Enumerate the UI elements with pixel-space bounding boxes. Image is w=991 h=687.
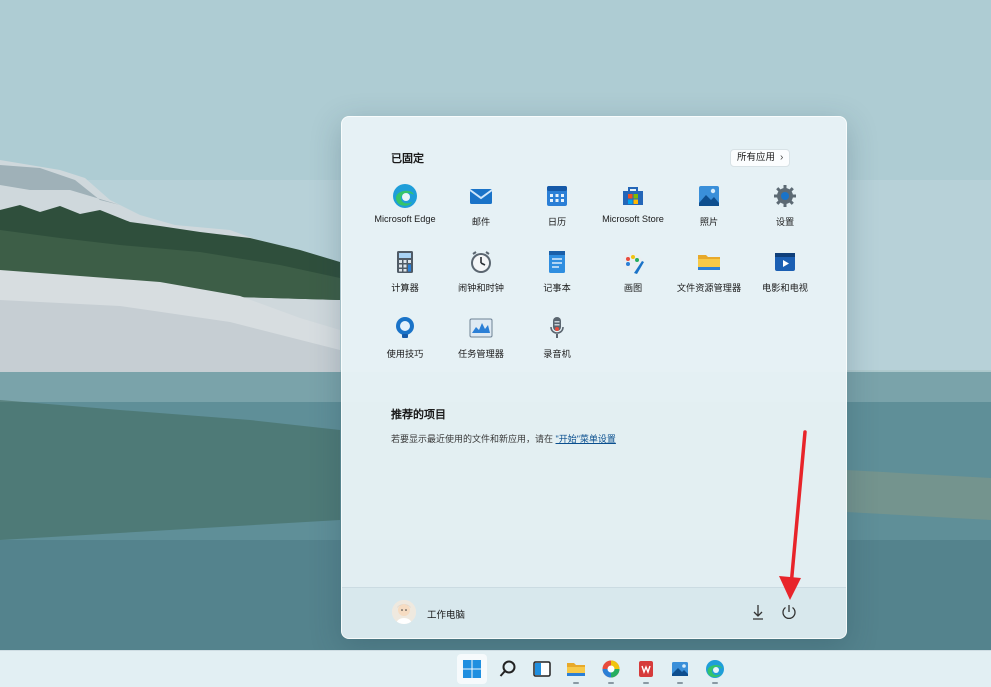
pinned-app-alarms-clock[interactable]: 闹钟和时钟 [443,249,519,307]
running-indicator [643,682,649,684]
all-apps-button[interactable]: 所有应用 › [730,149,791,167]
taskbar [0,650,991,687]
movies-icon [775,253,795,271]
all-apps-label: 所有应用 [737,152,776,163]
download-icon[interactable] [750,603,766,621]
calculator-icon [397,251,413,273]
app-label: 计算器 [391,283,419,293]
mail-icon [469,189,493,204]
pinned-app-photos[interactable]: 照片 [671,183,747,241]
pinned-app-microsoft-edge[interactable]: Microsoft Edge [367,183,443,241]
clock-icon [471,251,491,273]
recommended-text: 若要显示最近使用的文件和新应用，请在 [391,434,556,444]
app-label: Microsoft Edge [374,214,436,224]
store-icon [623,187,643,205]
recommended-message: 若要显示最近使用的文件和新应用，请在 "开始"菜单设置 [391,432,616,445]
taskbar-edge-button[interactable] [700,654,730,684]
app-label: 电影和电视 [762,283,808,293]
color-app-icon [602,660,620,678]
app-label: 记事本 [543,283,571,293]
pinned-app-mail[interactable]: 邮件 [443,183,519,241]
photos-icon [672,662,688,676]
app-label: 照片 [699,217,719,227]
pinned-app-movies-tv[interactable]: 电影和电视 [747,249,823,307]
file-explorer-icon [567,663,585,676]
taskbar-photos-button[interactable] [665,654,695,684]
taskbar-search-button[interactable] [493,654,523,684]
edge-icon [706,660,724,678]
running-indicator [712,682,718,684]
tips-icon [396,317,414,338]
user-avatar-icon [392,600,416,624]
photos-icon [699,186,719,206]
paint-icon [622,253,644,274]
gear-icon [774,185,796,207]
start-button[interactable] [457,654,487,684]
pinned-app-voice-recorder[interactable]: 录音机 [519,315,595,373]
pinned-heading: 已固定 [391,153,424,165]
taskbar-wps-button[interactable] [631,654,661,684]
folder-icon [698,255,720,270]
app-label: 任务管理器 [458,349,504,359]
task-view-icon [533,661,551,677]
wps-icon [639,661,653,677]
pinned-app-tips[interactable]: 使用技巧 [367,315,443,373]
app-label: 设置 [775,217,795,227]
running-indicator [608,682,614,684]
notepad-icon [549,251,565,273]
taskbar-file-explorer-button[interactable] [561,654,591,684]
user-name[interactable]: 工作电脑 [427,607,465,621]
pinned-app-file-explorer[interactable]: 文件资源管理器 [671,249,747,307]
chevron-right-icon: › [780,152,784,163]
taskbar-task-view-button[interactable] [527,654,557,684]
recorder-icon [550,317,564,338]
app-label: 邮件 [471,217,491,227]
pinned-app-calendar[interactable]: 日历 [519,183,595,241]
calendar-icon [547,186,567,206]
start-icon [463,660,481,678]
app-label: Microsoft Store [602,214,664,224]
start-settings-link[interactable]: "开始"菜单设置 [556,434,616,444]
avatar[interactable] [392,600,416,624]
app-label: 闹钟和时钟 [458,283,504,293]
pinned-app-microsoft-store[interactable]: Microsoft Store [595,183,671,241]
app-label: 录音机 [543,349,571,359]
annotation-arrow [779,430,807,600]
pinned-app-settings[interactable]: 设置 [747,183,823,241]
recommended-heading: 推荐的项目 [391,409,446,421]
task-manager-icon [469,318,493,338]
app-label: 使用技巧 [386,349,424,359]
running-indicator [677,682,683,684]
pinned-app-task-manager[interactable]: 任务管理器 [443,315,519,373]
pinned-app-paint[interactable]: 画图 [595,249,671,307]
running-indicator [573,682,579,684]
taskbar-color-app-button[interactable] [596,654,626,684]
edge-icon [393,184,417,208]
pinned-app-calculator[interactable]: 计算器 [367,249,443,307]
pinned-app-notepad[interactable]: 记事本 [519,249,595,307]
search-icon [499,660,516,677]
app-label: 日历 [547,217,567,227]
app-label: 画图 [623,283,643,293]
app-label: 文件资源管理器 [676,283,742,293]
